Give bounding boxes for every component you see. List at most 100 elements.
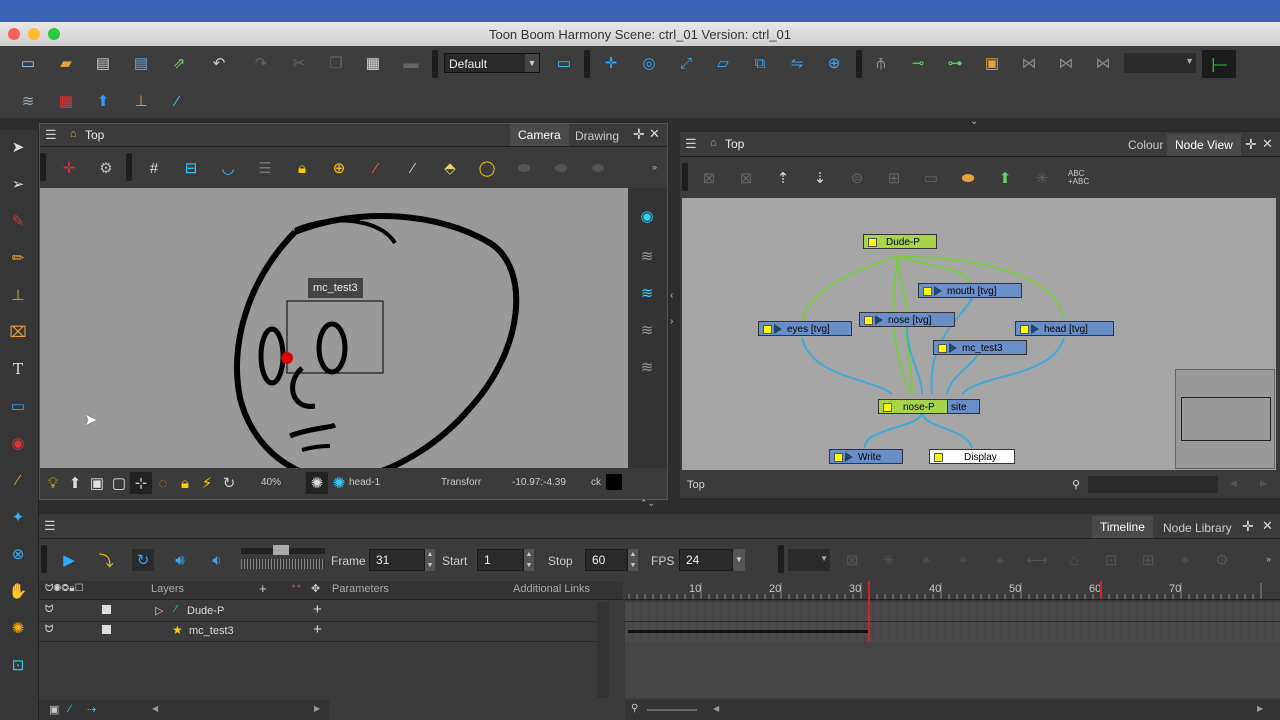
tl-tool-11-icon[interactable]: ⚙: [1211, 549, 1233, 571]
visibility-icon[interactable]: ᗢ: [45, 604, 53, 615]
camera-canvas[interactable]: mc_test3 ➤: [40, 188, 628, 468]
node-head[interactable]: head [tvg]: [1015, 321, 1114, 336]
skew-icon[interactable]: ▱: [712, 52, 734, 74]
add-layer-icon[interactable]: +: [259, 581, 267, 596]
footer-arrow-icon[interactable]: ⇢: [87, 703, 96, 716]
fps-dropdown-icon[interactable]: ▼: [733, 549, 745, 571]
eye-icon[interactable]: ◉: [636, 205, 658, 227]
add-peg-icon[interactable]: ⁺⁺: [291, 583, 302, 594]
node-tool-2-icon[interactable]: ⊠: [735, 167, 757, 189]
tab-camera[interactable]: Camera: [510, 124, 569, 146]
rotate-view-icon[interactable]: ◎: [638, 52, 660, 74]
visibility-icon[interactable]: ᗢ: [45, 624, 53, 635]
tab-colour[interactable]: Colour: [1120, 134, 1171, 156]
node-canvas[interactable]: Dude-P mouth [tvg] eyes [tvg] nose [tvg]…: [682, 198, 1276, 470]
loop-icon[interactable]: ↻: [132, 549, 154, 571]
collapse-left-icon[interactable]: ‹: [670, 290, 673, 301]
redo-icon[interactable]: ↷: [250, 52, 272, 74]
snapshot-icon[interactable]: ▢: [108, 472, 130, 494]
select-tool-icon[interactable]: ➤: [7, 136, 29, 158]
horizontal-splitter[interactable]: ⌃⌄: [39, 498, 1280, 512]
node-mouth[interactable]: mouth [tvg]: [918, 283, 1022, 298]
node-nose[interactable]: nose [tvg]: [859, 312, 955, 327]
node-search-input[interactable]: [1088, 476, 1218, 493]
stop-marker[interactable]: [1100, 581, 1102, 599]
footer-link-icon[interactable]: ⁄: [69, 703, 71, 715]
home-icon[interactable]: ⌂: [710, 137, 717, 149]
tab-timeline[interactable]: Timeline: [1092, 516, 1153, 538]
scroll-left-icon[interactable]: ◀: [152, 704, 158, 713]
play-selection-icon[interactable]: ⤵: [95, 549, 117, 571]
stop-stepper-icon[interactable]: ▲ ▼: [628, 549, 638, 571]
tab-node-view[interactable]: Node View: [1167, 134, 1241, 156]
pivot-tool-icon[interactable]: ✦: [7, 506, 29, 528]
hand-tool-icon[interactable]: ✋: [7, 580, 29, 602]
workspace-manager-icon[interactable]: ▭: [553, 52, 575, 74]
crop-tool-icon[interactable]: ⊡: [7, 654, 29, 676]
zoom-level[interactable]: 40%: [261, 477, 281, 488]
node-tool-7-icon[interactable]: ▭: [920, 167, 942, 189]
delete-icon[interactable]: ▬: [400, 52, 422, 74]
lightning-icon[interactable]: ⚡︎: [196, 472, 218, 494]
node-display[interactable]: Display: [929, 449, 1015, 464]
shade-3-icon[interactable]: ⬬: [587, 157, 609, 179]
dropper-tool-icon[interactable]: ⁄: [7, 469, 29, 491]
snap-icon[interactable]: ✛: [600, 52, 622, 74]
more-icon[interactable]: »: [652, 162, 657, 172]
safe-area-icon[interactable]: ⊟: [180, 157, 202, 179]
pivot-point[interactable]: [281, 352, 293, 364]
layer-color-swatch[interactable]: [102, 605, 111, 614]
exposure-bar[interactable]: [628, 630, 869, 633]
node-write[interactable]: Write: [829, 449, 903, 464]
cut-icon[interactable]: ✂: [288, 52, 310, 74]
tl-tool-5-icon[interactable]: ⌖: [989, 549, 1011, 571]
rig-icon[interactable]: ⫚: [870, 52, 892, 74]
sound-icon[interactable]: 🔊︎: [169, 549, 191, 571]
ik-icon[interactable]: ⊸: [907, 52, 929, 74]
fps-field[interactable]: 24: [679, 549, 733, 571]
start-field[interactable]: 1: [477, 549, 524, 571]
eraser-tool-icon[interactable]: ⌧: [7, 321, 29, 343]
deform-icon[interactable]: ⊶: [944, 52, 966, 74]
search-next-icon[interactable]: ▶: [1260, 478, 1267, 489]
breadcrumb[interactable]: Top: [725, 137, 744, 151]
play-icon[interactable]: ▶: [58, 549, 80, 571]
add-view-icon[interactable]: ✛: [633, 126, 645, 143]
paste-icon[interactable]: ▦: [362, 52, 384, 74]
render-icon[interactable]: ✺: [306, 472, 328, 494]
layer-stack-icon[interactable]: ≋: [636, 245, 658, 267]
tl-tool-2-icon[interactable]: ✳: [878, 549, 900, 571]
layer-name[interactable]: Dude-P: [187, 605, 224, 617]
close-icon[interactable]: ✕: [649, 126, 660, 142]
breadcrumb[interactable]: Top: [85, 128, 104, 142]
rigging-tool-icon[interactable]: ✺: [7, 617, 29, 639]
workspace-dropdown[interactable]: Default ▼: [444, 53, 540, 73]
crop-icon[interactable]: ⊹: [130, 472, 152, 494]
scroll-right-icon[interactable]: ▶: [1257, 704, 1263, 713]
peg-add-icon[interactable]: ⬆: [994, 167, 1016, 189]
new-scene-icon[interactable]: ▭: [17, 52, 39, 74]
tl-tool-7-icon[interactable]: ⌂: [1063, 549, 1085, 571]
node-dude-p[interactable]: Dude-P: [863, 234, 937, 249]
text-tool-icon[interactable]: T: [7, 358, 29, 380]
layers-icon[interactable]: ≋: [17, 90, 39, 112]
offset-icon[interactable]: ⋈: [1092, 52, 1114, 74]
transform-tool-icon[interactable]: ⊗: [7, 543, 29, 565]
sound-scrub-icon[interactable]: 🔉︎: [206, 549, 228, 571]
search-prev-icon[interactable]: ◀: [1230, 478, 1237, 489]
timeline-tracks[interactable]: [625, 602, 1280, 642]
contour-editor-icon[interactable]: ➢: [7, 173, 29, 195]
navigator-viewport[interactable]: [1181, 397, 1271, 441]
underlay-icon[interactable]: ≋: [636, 356, 658, 378]
node-navigator[interactable]: [1175, 369, 1275, 469]
open-scene-icon[interactable]: ▰: [55, 52, 77, 74]
tab-drawing[interactable]: Drawing: [567, 125, 627, 147]
measure-icon[interactable]: ⁄: [402, 157, 424, 179]
pivot-icon[interactable]: ⊕: [823, 52, 845, 74]
status-lock-icon[interactable]: 🔒︎: [174, 472, 196, 494]
settings-icon[interactable]: ⚙: [95, 157, 117, 179]
close-icon[interactable]: ✕: [1262, 518, 1273, 534]
rectangle-tool-icon[interactable]: ▭: [7, 395, 29, 417]
collapse-up-icon[interactable]: ⌃⌄: [640, 498, 655, 509]
light-table-icon[interactable]: ☰: [254, 157, 276, 179]
